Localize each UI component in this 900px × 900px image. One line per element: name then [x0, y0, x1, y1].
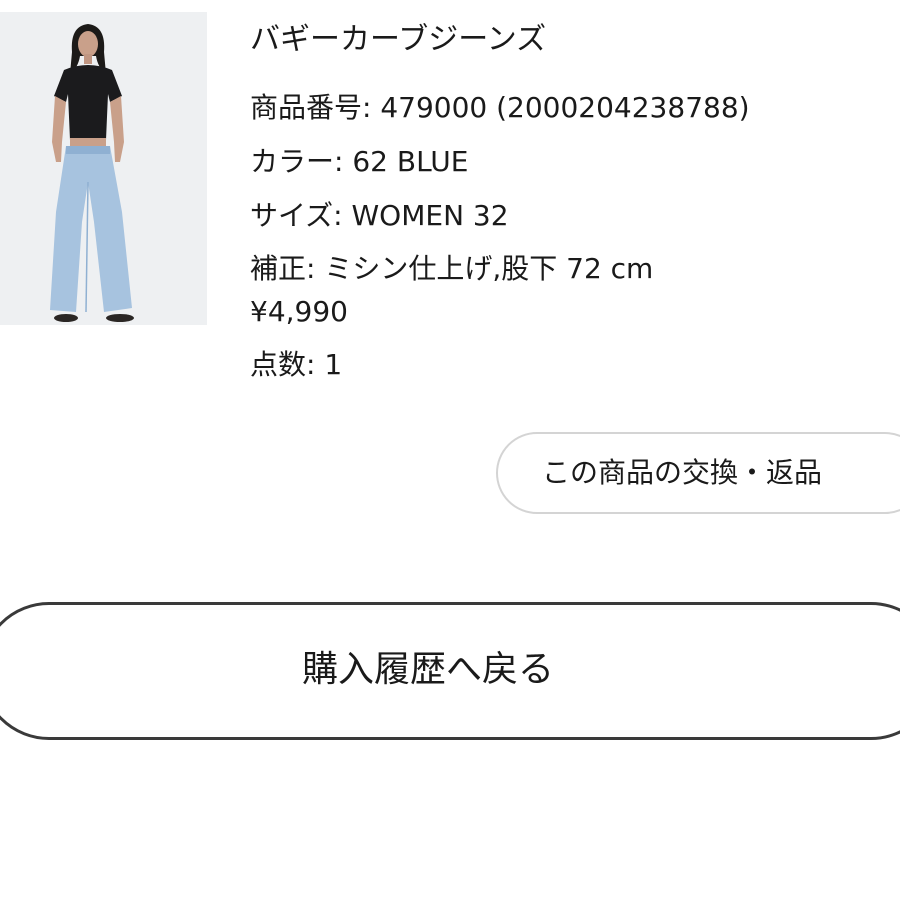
back-to-history-label: 購入履歴へ戻る	[302, 649, 555, 690]
exchange-return-button[interactable]: この商品の交換・返品	[496, 432, 900, 514]
product-price: ¥4,990	[250, 295, 348, 328]
product-title: バギーカーブジーンズ	[250, 22, 547, 57]
product-number: 商品番号: 479000 (2000204238788)	[250, 91, 750, 124]
product-image	[0, 12, 207, 325]
exchange-return-label: この商品の交換・返品	[542, 456, 823, 489]
model-photo-icon	[0, 12, 207, 325]
product-size: サイズ: WOMEN 32	[250, 199, 509, 232]
product-alteration: 補正: ミシン仕上げ,股下 72 cm	[250, 252, 654, 285]
order-item-detail-page: バギーカーブジーンズ 商品番号: 479000 (2000204238788) …	[0, 0, 900, 900]
product-quantity: 点数: 1	[250, 348, 343, 381]
product-color: カラー: 62 BLUE	[250, 145, 469, 178]
